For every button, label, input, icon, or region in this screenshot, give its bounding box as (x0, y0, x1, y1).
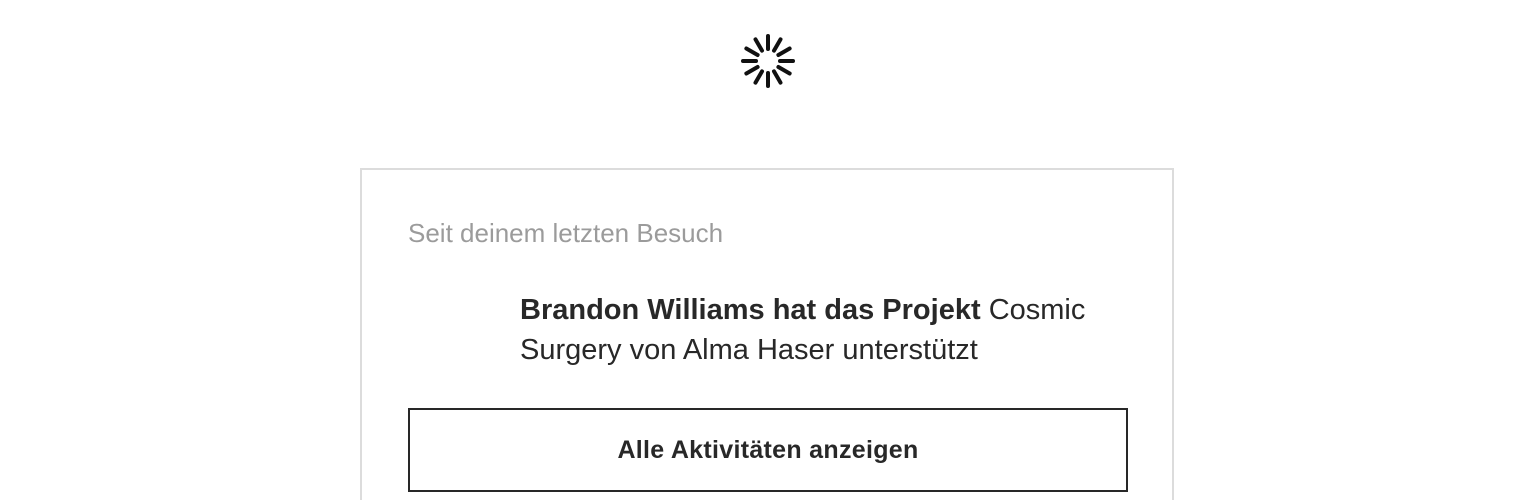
activity-item: Brandon Williams hat das Projekt Cosmic … (408, 290, 1128, 380)
activity-connector: von (629, 334, 677, 366)
activity-verb: unterstützt (842, 334, 978, 366)
spinner-spoke (776, 65, 792, 76)
spinner-spoke (753, 69, 764, 85)
spinner-spoke (776, 46, 792, 57)
page: Seit deinem letzten Besuch Brandon Willi… (0, 0, 1536, 500)
spinner-spoke (772, 69, 783, 85)
spinner-spoke (744, 65, 760, 76)
activity-card-heading: Seit deinem letzten Besuch (408, 218, 724, 248)
activity-card: Seit deinem letzten Besuch Brandon Willi… (360, 168, 1174, 500)
activity-actor-action: Brandon Williams hat das Projekt (520, 294, 981, 326)
activity-creator[interactable]: Alma Haser (683, 334, 835, 366)
spinner-icon (741, 34, 795, 88)
activity-text: Brandon Williams hat das Projekt Cosmic … (520, 290, 1120, 370)
spinner-spoke (753, 37, 764, 53)
spinner-spoke (772, 37, 783, 53)
view-all-activity-button[interactable]: Alle Aktivitäten anzeigen (408, 408, 1128, 492)
spinner-spoke (744, 46, 760, 57)
avatar (408, 294, 488, 374)
